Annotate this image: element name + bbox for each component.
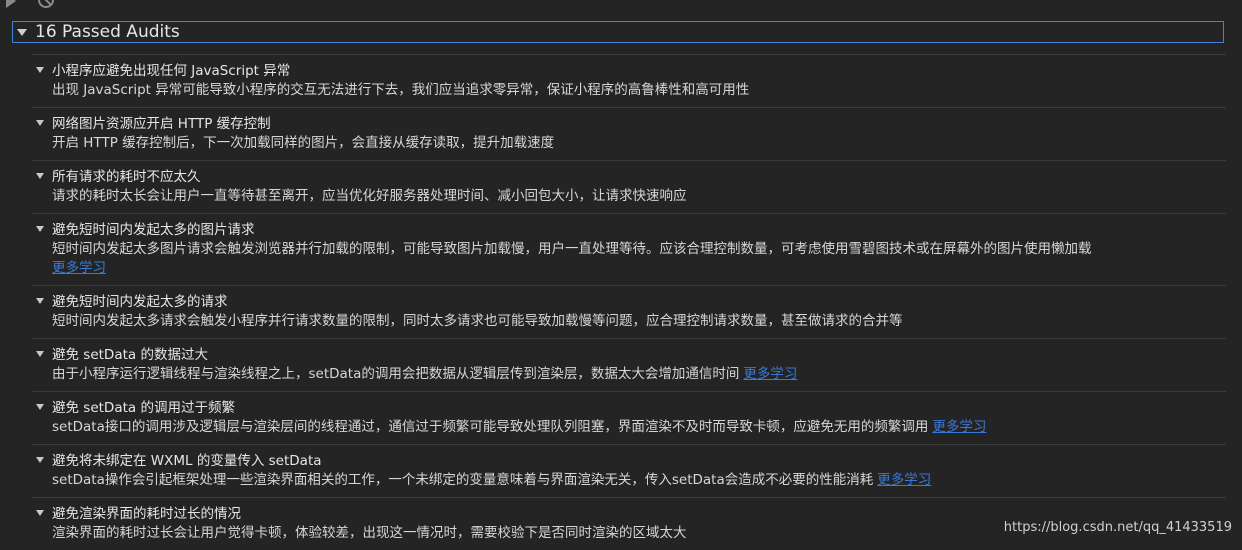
audit-list: 小程序应避免出现任何 JavaScript 异常 出现 JavaScript 异… [32, 54, 1226, 550]
audit-item[interactable]: 小程序应避免出现任何 JavaScript 异常 出现 JavaScript 异… [32, 54, 1226, 107]
caret-down-icon[interactable] [36, 510, 44, 516]
group-title: 16 Passed Audits [35, 22, 180, 42]
caret-down-icon[interactable] [36, 457, 44, 463]
caret-down-icon[interactable] [36, 120, 44, 126]
caret-down-icon [17, 28, 27, 36]
audit-title: 避免短时间内发起太多的请求 [52, 294, 228, 310]
audit-item[interactable]: 网络图片资源应开启 HTTP 缓存控制 开启 HTTP 缓存控制后，下一次加载同… [32, 107, 1226, 160]
audit-description: setData操作会引起框架处理一些渲染界面相关的工作，一个未绑定的变量意味着与… [52, 472, 932, 488]
audit-title: 所有请求的耗时不应太久 [52, 169, 201, 185]
audit-title: 避免 setData 的数据过大 [52, 347, 208, 363]
passed-audits-group-header[interactable]: 16 Passed Audits [12, 21, 1224, 43]
audit-description: 开启 HTTP 缓存控制后，下一次加载同样的图片，会直接从缓存读取，提升加载速度 [52, 135, 555, 151]
caret-down-icon[interactable] [36, 173, 44, 179]
audit-item[interactable]: 避免短时间内发起太多的图片请求 短时间内发起太多图片请求会触发浏览器并行加载的限… [32, 213, 1226, 285]
learn-more-link[interactable]: 更多学习 [932, 419, 986, 435]
audit-item[interactable]: 避免 setData 的调用过于频繁 setData接口的调用涉及逻辑层与渲染层… [32, 391, 1226, 444]
audit-title: 避免将未绑定在 WXML 的变量传入 setData [52, 453, 322, 469]
audit-description: 短时间内发起太多请求会触发小程序并行请求数量的限制，同时太多请求也可能导致加载慢… [52, 313, 903, 329]
audit-description: setData接口的调用涉及逻辑层与渲染层间的线程通过，通信过于频繁可能导致处理… [52, 419, 987, 435]
learn-more-link[interactable]: 更多学习 [52, 259, 1226, 278]
caret-down-icon[interactable] [36, 404, 44, 410]
clear-icon[interactable] [38, 0, 54, 8]
audit-item[interactable]: 所有请求的耗时不应太久 请求的耗时太长会让用户一直等待甚至离开，应当优化好服务器… [32, 160, 1226, 213]
learn-more-link[interactable]: 更多学习 [743, 366, 797, 382]
audit-description: 由于小程序运行逻辑线程与渲染线程之上，setData的调用会把数据从逻辑层传到渲… [52, 366, 798, 382]
audit-title: 网络图片资源应开启 HTTP 缓存控制 [52, 116, 271, 132]
audit-title: 小程序应避免出现任何 JavaScript 异常 [52, 63, 291, 79]
caret-down-icon[interactable] [36, 351, 44, 357]
caret-down-icon[interactable] [36, 67, 44, 73]
audit-title: 避免 setData 的调用过于频繁 [52, 400, 235, 416]
audit-description: 短时间内发起太多图片请求会触发浏览器并行加载的限制，可能导致图片加载慢，用户一直… [52, 240, 1226, 278]
toolbar [0, 0, 1242, 14]
play-icon[interactable] [6, 0, 16, 8]
audit-title: 避免短时间内发起太多的图片请求 [52, 222, 255, 238]
caret-down-icon[interactable] [36, 226, 44, 232]
learn-more-link[interactable]: 更多学习 [877, 472, 931, 488]
audit-description: 出现 JavaScript 异常可能导致小程序的交互无法进行下去，我们应当追求零… [52, 82, 750, 98]
caret-down-icon[interactable] [36, 298, 44, 304]
watermark: https://blog.csdn.net/qq_41433519 [1003, 520, 1232, 535]
audit-description: 请求的耗时太长会让用户一直等待甚至离开，应当优化好服务器处理时间、减小回包大小，… [52, 188, 687, 204]
audit-item[interactable]: 避免 setData 的数据过大 由于小程序运行逻辑线程与渲染线程之上，setD… [32, 338, 1226, 391]
audit-item[interactable]: 避免将未绑定在 WXML 的变量传入 setData setData操作会引起框… [32, 444, 1226, 497]
audit-item[interactable]: 避免短时间内发起太多的请求 短时间内发起太多请求会触发小程序并行请求数量的限制，… [32, 285, 1226, 338]
